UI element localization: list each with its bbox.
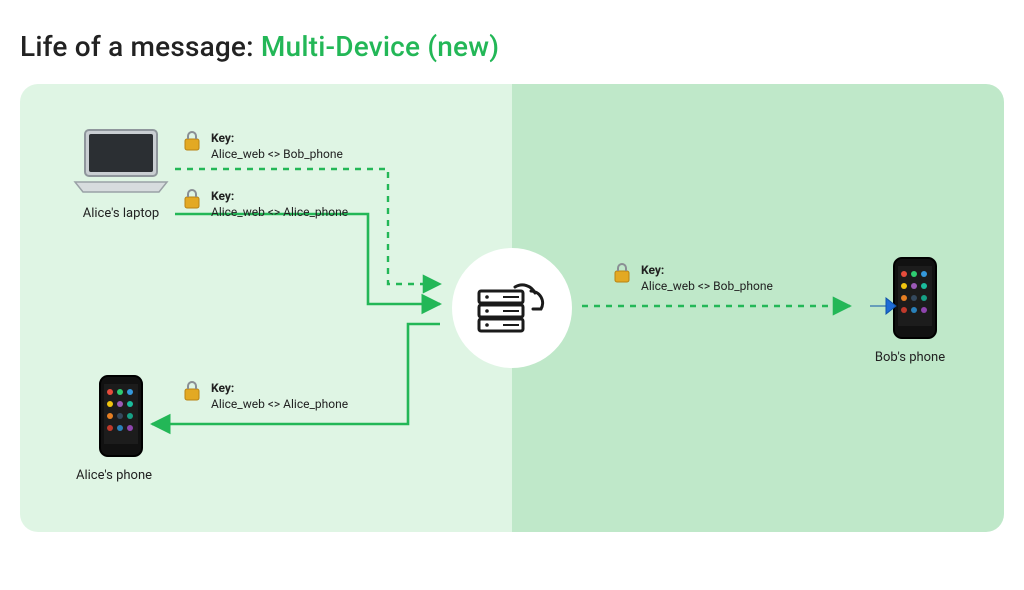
- server-node: [452, 248, 572, 368]
- key-2-title: Key:: [211, 189, 234, 203]
- key-1-title: Key:: [211, 131, 234, 145]
- diagram-page: Life of a message: Multi-Device (new): [0, 0, 1024, 590]
- key-4-pair: Alice_web <> Bob_phone: [641, 279, 773, 293]
- key-3-pair: Alice_web <> Alice_phone: [211, 397, 348, 411]
- title-prefix: Life of a message:: [20, 30, 261, 63]
- key-2-pair: Alice_web <> Alice_phone: [211, 205, 348, 219]
- device-alice-phone: Alice's phone: [86, 374, 156, 483]
- device-bob-phone-label: Bob's phone: [870, 350, 950, 365]
- lock-icon: [182, 188, 202, 214]
- lock-icon: [182, 380, 202, 406]
- key-3-title: Key:: [211, 381, 234, 395]
- key-block-2: Key: Alice_web <> Alice_phone: [182, 188, 348, 220]
- key-block-4: Key: Alice_web <> Bob_phone: [612, 262, 773, 294]
- key-block-1: Key: Alice_web <> Bob_phone: [182, 130, 343, 162]
- device-alice-laptop-label: Alice's laptop: [66, 206, 176, 221]
- key-block-3: Key: Alice_web <> Alice_phone: [182, 380, 348, 412]
- arrow-right-icon: [868, 294, 898, 318]
- device-alice-laptop: Alice's laptop: [66, 126, 176, 221]
- phone-icon: [892, 256, 938, 340]
- title-accent: Multi-Device (new): [261, 30, 499, 63]
- device-alice-phone-label: Alice's phone: [72, 468, 156, 483]
- diagram-canvas: Alice's laptop Alice's phone: [20, 84, 1004, 532]
- lock-icon: [612, 262, 632, 288]
- laptop-icon: [71, 126, 171, 196]
- phone-icon: [98, 374, 144, 458]
- lock-icon: [182, 130, 202, 156]
- page-title: Life of a message: Multi-Device (new): [20, 30, 499, 63]
- key-1-pair: Alice_web <> Bob_phone: [211, 147, 343, 161]
- key-4-title: Key:: [641, 263, 664, 277]
- server-cloud-icon: [469, 275, 555, 341]
